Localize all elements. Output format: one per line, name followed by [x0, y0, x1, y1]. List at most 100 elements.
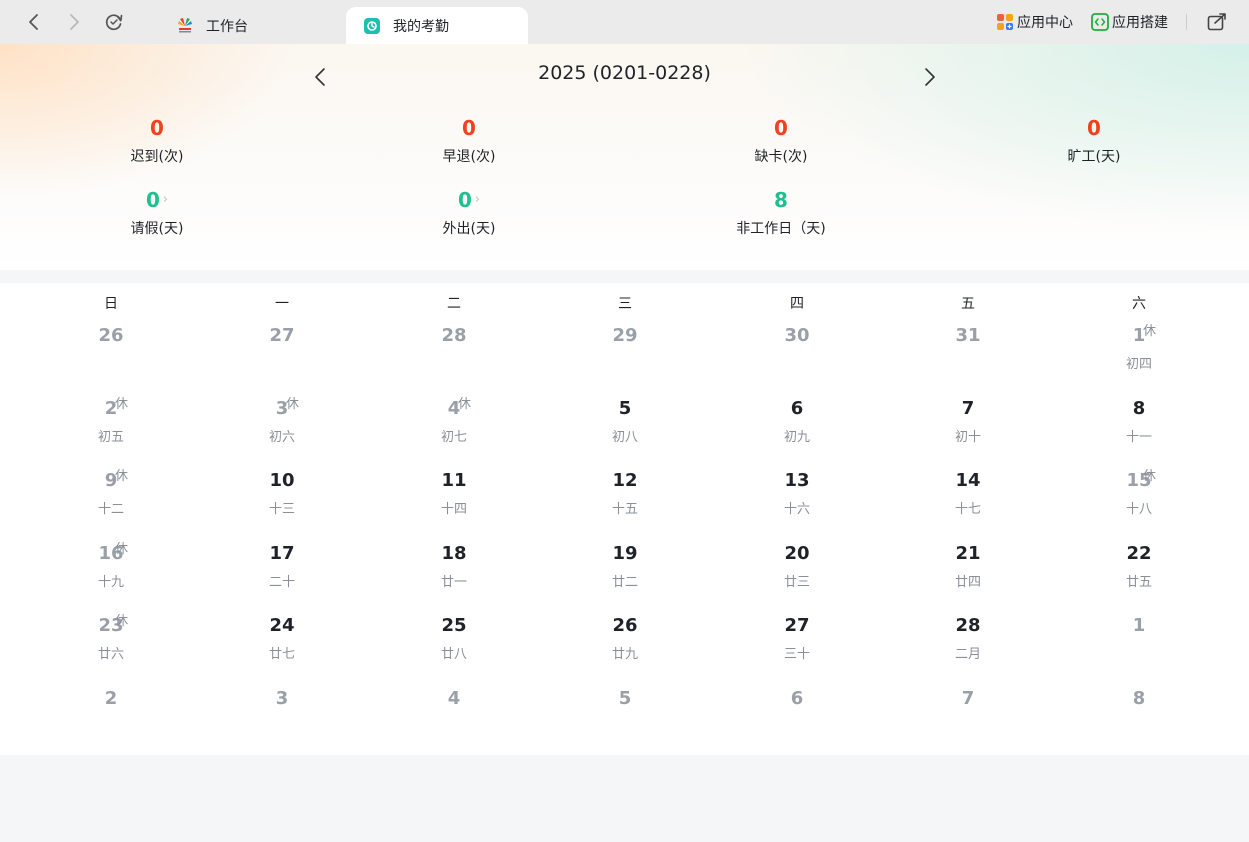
- calendar-day-cell[interactable]: 9 十二 休: [51, 469, 171, 536]
- calendar-day-cell[interactable]: 2: [51, 688, 171, 754]
- app-grid-icon: [996, 13, 1014, 31]
- calendar-day-cell[interactable]: 3: [222, 688, 342, 754]
- calendar-day-cell[interactable]: 22 廿五: [1079, 543, 1199, 609]
- lunar-date: 十一: [1125, 429, 1152, 445]
- chevron-right-icon: ›: [162, 192, 169, 207]
- calendar-day-cell[interactable]: 1: [1079, 615, 1199, 681]
- calendar-day-cell[interactable]: 11 十四: [394, 470, 514, 536]
- calendar-day-cell[interactable]: 28 二月: [908, 615, 1028, 681]
- day-number: 30: [784, 325, 810, 346]
- calendar-day-cell[interactable]: 6 初九: [737, 398, 857, 464]
- refresh-button[interactable]: [102, 10, 126, 34]
- stat-value: 8: [774, 188, 788, 212]
- stat-item[interactable]: 0 › 请假(天): [77, 188, 237, 238]
- calendar-day-cell[interactable]: 18 廿一: [394, 543, 514, 609]
- weekday-label: 六: [1132, 296, 1146, 312]
- stat-value: 0 ›: [146, 188, 168, 212]
- stat-value: 0: [150, 116, 164, 140]
- chevron-right-icon: ›: [474, 192, 481, 207]
- calendar-day-cell[interactable]: 12 十五: [565, 470, 685, 536]
- calendar-day-cell[interactable]: 7: [908, 688, 1028, 754]
- open-external-button[interactable]: [1207, 12, 1232, 32]
- stat-item[interactable]: 0 › 外出(天): [389, 188, 549, 238]
- tab-workbench[interactable]: 工作台: [176, 7, 346, 44]
- calendar-day-cell[interactable]: 25 廿八: [394, 615, 514, 681]
- stat-label: 迟到(次): [130, 149, 184, 165]
- stat-value-text: 0: [462, 116, 476, 140]
- forward-button[interactable]: [62, 10, 86, 34]
- weekday-label: 五: [961, 296, 975, 312]
- lunar-date: 廿五: [1125, 574, 1152, 590]
- lunar-date: 十九: [97, 574, 124, 590]
- rest-day-badge: 休: [1143, 324, 1157, 339]
- stat-value: 0: [774, 116, 788, 140]
- lunar-date: 初九: [783, 429, 810, 445]
- calendar-day-cell[interactable]: 4 初七 休: [394, 397, 514, 464]
- calendar-day-cell[interactable]: 19 廿二: [565, 543, 685, 609]
- calendar-day-cell[interactable]: 13 十六: [737, 470, 857, 536]
- lunar-date: 廿七: [268, 647, 295, 663]
- day-number: 10: [269, 470, 295, 492]
- day-number: 8: [1132, 397, 1146, 419]
- lunar-date: 初五: [97, 429, 124, 445]
- day-number: 1: [1132, 325, 1146, 346]
- stat-value-text: 0: [774, 116, 788, 140]
- calendar-day-cell[interactable]: 4: [394, 688, 514, 754]
- rest-day-badge: 休: [115, 541, 129, 557]
- stat-value-text: 8: [774, 188, 788, 212]
- stat-value-text: 0: [150, 116, 164, 140]
- calendar-day-cell[interactable]: 10 十三: [222, 470, 342, 536]
- calendar-day-cell[interactable]: 21 廿四: [908, 543, 1028, 609]
- day-number: 4: [447, 397, 461, 419]
- calendar-day-cell[interactable]: 29: [565, 325, 685, 391]
- calendar-day-cell[interactable]: 15 十八 休: [1079, 469, 1199, 536]
- calendar-day-cell[interactable]: 23 廿六 休: [51, 614, 171, 681]
- calendar-day-cell[interactable]: 28: [394, 325, 514, 391]
- day-number: 27: [784, 615, 810, 637]
- calendar-day-cell[interactable]: 26: [51, 325, 171, 391]
- calendar-day-cell[interactable]: 2 初五 休: [51, 397, 171, 464]
- app-builder-button[interactable]: 应用搭建: [1091, 12, 1168, 32]
- calendar-day-cell[interactable]: 16 十九 休: [51, 542, 171, 609]
- app-center-button[interactable]: 应用中心: [996, 12, 1073, 32]
- divider: [1186, 14, 1187, 30]
- weekday-label: 四: [790, 296, 804, 312]
- calendar-day-cell[interactable]: 24 廿七: [222, 615, 342, 681]
- calendar-day-cell[interactable]: 20 廿三: [737, 543, 857, 609]
- calendar-day-cell[interactable]: 27 三十: [737, 615, 857, 681]
- calendar-day-cell[interactable]: 1 初四 休: [1079, 324, 1199, 391]
- calendar-day-cell[interactable]: 27: [222, 325, 342, 391]
- calendar-day-cell[interactable]: 5: [565, 688, 685, 754]
- back-button[interactable]: [22, 10, 46, 34]
- calendar-day-cell[interactable]: 31: [908, 325, 1028, 391]
- calendar-day-cell[interactable]: 14 十七: [908, 470, 1028, 536]
- calendar-day-cell[interactable]: 17 二十: [222, 543, 342, 609]
- tab-label: 我的考勤: [393, 18, 449, 35]
- day-number: 13: [784, 470, 810, 492]
- tab-label: 工作台: [206, 18, 248, 35]
- tab-my-attendance[interactable]: 我的考勤: [346, 7, 528, 44]
- calendar-day-cell[interactable]: 5 初八: [565, 398, 685, 464]
- stat-item: 0 迟到(次): [77, 116, 237, 166]
- stat-label: 外出(天): [442, 221, 496, 237]
- day-number: 29: [612, 325, 638, 346]
- rest-day-badge: 休: [115, 469, 129, 485]
- stat-value: 0: [1087, 116, 1101, 140]
- stat-item: 0 旷工(天): [1014, 116, 1174, 166]
- rest-day-badge: 休: [115, 396, 129, 412]
- calendar-day-cell[interactable]: 8 十一: [1079, 398, 1199, 464]
- lunar-date: 廿四: [954, 574, 981, 590]
- calendar-day-cell[interactable]: 7 初十: [908, 398, 1028, 464]
- day-number: 3: [275, 688, 289, 709]
- next-month-button[interactable]: [919, 66, 941, 88]
- lunar-date: 二月: [954, 647, 981, 663]
- calendar-day-cell[interactable]: 3 初六 休: [222, 397, 342, 464]
- calendar-day-cell[interactable]: 26 廿九: [565, 615, 685, 681]
- day-number: 22: [1126, 542, 1152, 564]
- calendar-day-cell[interactable]: 6: [737, 688, 857, 754]
- calendar-day-cell[interactable]: 30: [737, 325, 857, 391]
- lunar-date: 初七: [440, 429, 467, 445]
- calendar-day-cell[interactable]: 8: [1079, 688, 1199, 754]
- day-number: 3: [275, 397, 289, 419]
- workbench-logo-icon: [176, 17, 194, 35]
